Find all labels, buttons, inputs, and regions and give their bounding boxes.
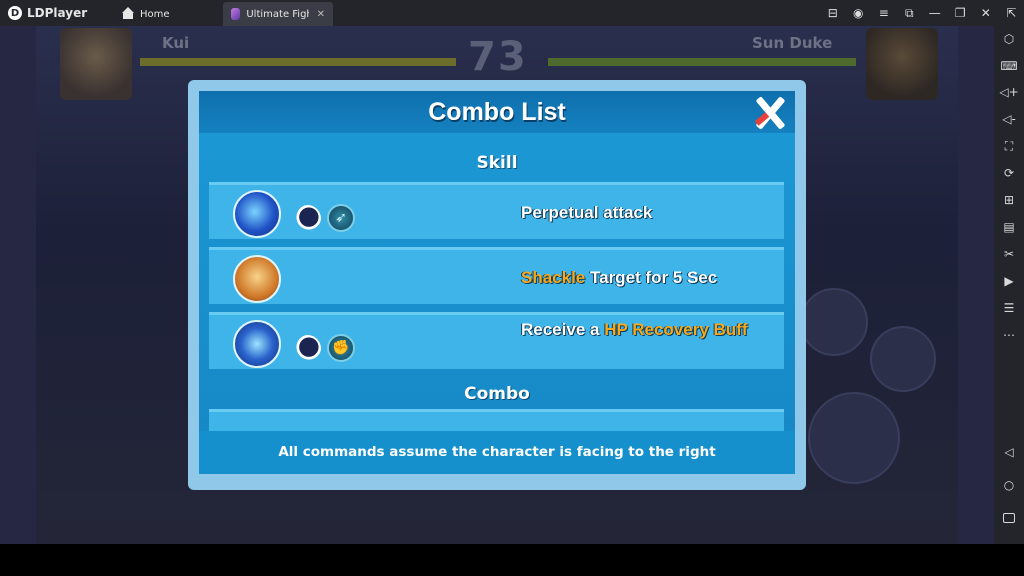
menu-icon[interactable]: ≡ [871, 0, 897, 26]
modal-title: Combo List [428, 98, 566, 126]
combo-list-modal: Combo List Skill ➶ Perpetual attack Shac… [199, 91, 795, 474]
cut-icon[interactable]: ✂ [999, 244, 1019, 264]
game-icon [231, 8, 241, 20]
tab-game-label: Ultimate Fight... [246, 8, 308, 20]
skill-button-bg [800, 288, 868, 356]
viewport-edge-right [958, 26, 994, 544]
recent-icon[interactable] [999, 508, 1019, 528]
combo-description: Shackle Target for 5 Sec [521, 266, 771, 290]
emulator-titlebar: D LDPlayer Home Ultimate Fight... ✕ ⊟ ◉ … [0, 0, 1024, 26]
player-right-health-bar [548, 58, 856, 66]
combo-row: Shackle Target for 5 Sec [209, 247, 784, 304]
modal-close-button[interactable] [751, 94, 789, 130]
round-timer: 73 [468, 34, 528, 80]
description-text: Perpetual attack [521, 203, 653, 222]
volume-up-icon[interactable]: ◁+ [999, 82, 1019, 102]
player-right-name: Sun Duke [752, 34, 833, 52]
letterbox-bottom [0, 544, 1024, 576]
combo-description: Receive a HP Recovery Buff [521, 318, 771, 342]
description-text: Target for 5 Sec [585, 268, 718, 287]
tab-close-icon[interactable]: ✕ [317, 9, 325, 20]
screen-icon[interactable]: ⧉ [897, 0, 923, 26]
highlighted-keyword: Shackle [521, 268, 586, 287]
fullscreen-icon[interactable]: ⇱ [999, 0, 1024, 26]
tab-game[interactable]: Ultimate Fight... ✕ [223, 2, 333, 26]
minimize-icon[interactable]: — [922, 0, 948, 26]
section-skill-label: Skill [476, 153, 518, 173]
skill-icon [233, 320, 281, 368]
footer-note: All commands assume the character is fac… [278, 444, 716, 460]
dash-icon: ➶ [327, 204, 355, 232]
file-icon[interactable]: ☰ [999, 298, 1019, 318]
home-nav-icon[interactable]: ○ [999, 475, 1019, 495]
viewport-edge-left [0, 26, 36, 544]
rotate-joystick-icon [294, 334, 321, 362]
skill-icon [233, 190, 281, 238]
rotate-joystick-icon [294, 204, 321, 232]
rotate-icon[interactable]: ⟳ [999, 163, 1019, 183]
section-combo-label: Combo [464, 384, 530, 404]
brand-label: LDPlayer [27, 6, 88, 20]
home-icon [122, 7, 134, 19]
tab-home[interactable]: Home [114, 2, 222, 26]
command-sequence: ➶ [294, 204, 355, 232]
more-icon[interactable]: ⋯ [999, 325, 1019, 345]
skill-icon [233, 255, 281, 303]
back-icon[interactable]: ◁ [999, 442, 1019, 462]
gamepad-icon[interactable]: ⊟ [820, 0, 846, 26]
combo-row: ➶ Perpetual attack [209, 182, 784, 239]
player-left-health-bar [140, 58, 456, 66]
close-icon[interactable]: ✕ [973, 0, 999, 26]
combo-row: ✊ Receive a HP Recovery Buff [209, 312, 784, 369]
player-left-name: Kui [162, 34, 190, 52]
settings-icon[interactable]: ⬡ [999, 29, 1019, 49]
attack-button-bg [808, 392, 900, 484]
account-icon[interactable]: ◉ [846, 0, 872, 26]
emulator-brand: D LDPlayer [8, 4, 87, 22]
restore-icon[interactable]: ❐ [948, 0, 974, 26]
video-icon[interactable]: ▶ [999, 271, 1019, 291]
description-text: Receive a [521, 320, 605, 339]
tab-home-label: Home [140, 8, 170, 20]
skill-button-bg [870, 326, 936, 392]
command-sequence: ✊ [294, 334, 355, 362]
window-controls: ⊟ ◉ ≡ ⧉ — ❐ ✕ ⇱ [820, 0, 1024, 26]
emulator-sidebar: ⬡ ⌨ ◁+ ◁- ⛶ ⟳ ⊞ ▤ ✂ ▶ ☰ ⋯ ◁ ○ [994, 26, 1024, 544]
add-icon[interactable]: ⊞ [999, 190, 1019, 210]
modal-footer: All commands assume the character is fac… [199, 431, 795, 474]
player-left-portrait [60, 28, 132, 100]
ldplayer-logo-icon: D [8, 6, 22, 20]
screenshot-icon[interactable]: ⛶ [999, 136, 1019, 156]
volume-down-icon[interactable]: ◁- [999, 109, 1019, 129]
player-right-portrait [866, 28, 938, 100]
highlighted-keyword: HP Recovery Buff [604, 320, 748, 339]
apk-icon[interactable]: ▤ [999, 217, 1019, 237]
combo-description: Perpetual attack [521, 201, 771, 225]
punch-icon: ✊ [327, 334, 355, 362]
keyboard-icon[interactable]: ⌨ [999, 56, 1019, 76]
